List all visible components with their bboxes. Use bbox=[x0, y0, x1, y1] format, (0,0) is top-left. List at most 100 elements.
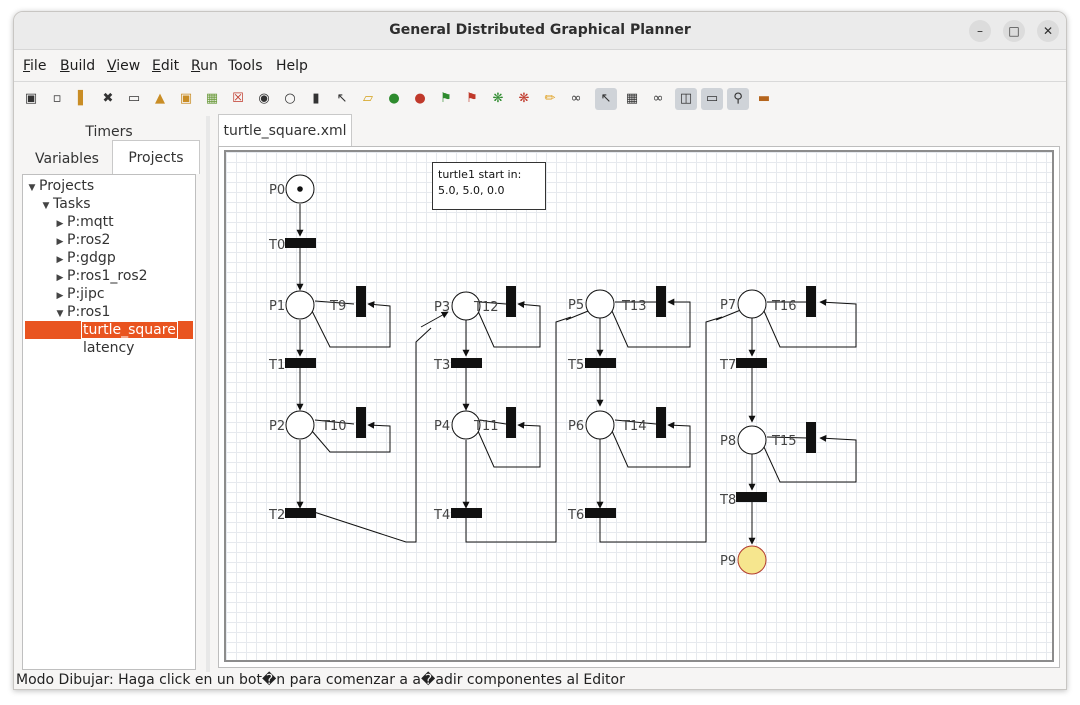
label-p5: P5 bbox=[568, 298, 584, 313]
transition-t2[interactable] bbox=[285, 508, 316, 518]
place-p7[interactable] bbox=[737, 289, 767, 319]
place-p9[interactable] bbox=[737, 545, 767, 575]
label-t4: T4 bbox=[433, 508, 450, 523]
transition-t16[interactable] bbox=[806, 286, 816, 317]
place-p2[interactable] bbox=[285, 410, 315, 440]
pencil-icon[interactable]: ✏ bbox=[539, 88, 561, 110]
copy-icon[interactable]: ◫ bbox=[675, 88, 697, 110]
books-icon[interactable]: ▌ bbox=[72, 88, 94, 110]
tab-timers[interactable]: Timers bbox=[14, 124, 204, 140]
label-t2: T2 bbox=[268, 508, 285, 523]
transition-t14[interactable] bbox=[656, 407, 666, 438]
maximize-icon: □ bbox=[1008, 24, 1020, 38]
tab-projects[interactable]: Projects bbox=[112, 140, 200, 174]
eraser-icon[interactable]: ▱ bbox=[357, 88, 379, 110]
transition-t0[interactable] bbox=[285, 238, 316, 248]
transition-bar-icon[interactable]: ▮ bbox=[305, 88, 327, 110]
petri-net-canvas[interactable]: P0 P1 P2 P3 P4 P5 P6 P7 P8 P9 T0 T1 T2 T… bbox=[224, 150, 1054, 662]
left-pane: Timers Variables Projects ▼ Projects ▼ Tas… bbox=[14, 116, 206, 672]
label-t6: T6 bbox=[567, 508, 584, 523]
petri-net-diagram[interactable]: P0 P1 P2 P3 P4 P5 P6 P7 P8 P9 T0 T1 T2 T… bbox=[226, 152, 1054, 662]
place-p1[interactable] bbox=[285, 290, 315, 320]
add-token-icon[interactable]: ● bbox=[383, 88, 405, 110]
remove-flag-icon[interactable]: ⚑ bbox=[461, 88, 483, 110]
panel-icon[interactable]: ▭ bbox=[701, 88, 723, 110]
place-circle-icon[interactable]: ○ bbox=[279, 88, 301, 110]
tree-item-projects[interactable]: ▼ Projects bbox=[25, 177, 197, 195]
expand-arrow-icon[interactable]: ▼ bbox=[25, 179, 39, 197]
minimize-icon: – bbox=[977, 24, 983, 38]
zoom-icon[interactable]: ⚲ bbox=[727, 88, 749, 110]
transition-t4[interactable] bbox=[451, 508, 482, 518]
grid-icon[interactable]: ▦ bbox=[621, 88, 643, 110]
transition-t11[interactable] bbox=[506, 407, 516, 438]
pane-splitter[interactable] bbox=[206, 116, 210, 672]
place-p8[interactable] bbox=[737, 425, 767, 455]
label-t16: T16 bbox=[771, 299, 796, 314]
new-file-icon[interactable]: ▫ bbox=[46, 88, 68, 110]
add-flag-icon[interactable]: ⚑ bbox=[435, 88, 457, 110]
arrow-icon[interactable]: ↖ bbox=[331, 88, 353, 110]
transition-t15[interactable] bbox=[806, 422, 816, 453]
tab-variables[interactable]: Variables bbox=[22, 144, 112, 174]
expand-arrow-icon[interactable]: ▼ bbox=[39, 197, 53, 215]
transition-t13[interactable] bbox=[656, 286, 666, 317]
tree-item-jipc[interactable]: ▶ P:jipc bbox=[53, 285, 225, 303]
minimize-button[interactable]: – bbox=[969, 20, 991, 42]
label-t12: T12 bbox=[473, 300, 498, 315]
label-p9: P9 bbox=[720, 554, 736, 569]
tree-item-gdgp[interactable]: ▶ P:gdgp bbox=[53, 249, 225, 267]
close-button[interactable]: ✕ bbox=[1037, 20, 1059, 42]
glasses-icon[interactable]: ∞ bbox=[647, 88, 669, 110]
camera-icon[interactable]: ▣ bbox=[20, 88, 42, 110]
tree-item-tasks[interactable]: ▼ Tasks bbox=[39, 195, 211, 213]
label-t10: T10 bbox=[321, 419, 346, 434]
transition-t5[interactable] bbox=[585, 358, 616, 368]
window-title: General Distributed Graphical Planner bbox=[389, 22, 691, 38]
transition-t1[interactable] bbox=[285, 358, 316, 368]
transition-t12[interactable] bbox=[506, 286, 516, 317]
transition-t8[interactable] bbox=[736, 492, 767, 502]
transition-t9[interactable] bbox=[356, 286, 366, 317]
menu-build[interactable]: Build bbox=[60, 58, 95, 74]
label-t0: T0 bbox=[268, 238, 285, 253]
open-folder-icon[interactable]: ▲ bbox=[149, 88, 171, 110]
annotation-box[interactable]: turtle1 start in: 5.0, 5.0, 0.0 bbox=[432, 162, 546, 210]
menu-run[interactable]: Run bbox=[191, 58, 218, 74]
menu-tools[interactable]: Tools bbox=[228, 58, 263, 74]
page-icon[interactable]: ▭ bbox=[123, 88, 145, 110]
toolbar: ▣ ▫ ▌ ✖ ▭ ▲ ▣ ▦ ☒ ◉ ○ ▮ ↖ ▱ ● ● ⚑ ⚑ ❋ ❋ … bbox=[20, 88, 1060, 112]
delete-doc-icon[interactable]: ☒ bbox=[227, 88, 249, 110]
add-bug-icon[interactable]: ❋ bbox=[487, 88, 509, 110]
tree-item-ros2[interactable]: ▶ P:ros2 bbox=[53, 231, 225, 249]
label-p4: P4 bbox=[434, 419, 450, 434]
maximize-button[interactable]: □ bbox=[1003, 20, 1025, 42]
tab-turtle-square[interactable]: turtle_square.xml bbox=[218, 114, 352, 146]
remove-token-icon[interactable]: ● bbox=[409, 88, 431, 110]
transition-t10[interactable] bbox=[356, 407, 366, 438]
label-t15: T15 bbox=[771, 434, 796, 449]
tree-item-mqtt[interactable]: ▶ P:mqtt bbox=[53, 213, 225, 231]
menu-view[interactable]: View bbox=[107, 58, 140, 74]
place-p5[interactable] bbox=[585, 289, 615, 319]
tree-item-ros1-ros2[interactable]: ▶ P:ros1_ros2 bbox=[53, 267, 225, 285]
remove-bug-icon[interactable]: ❋ bbox=[513, 88, 535, 110]
label-p2: P2 bbox=[269, 419, 285, 434]
binoculars-icon[interactable]: ◉ bbox=[253, 88, 275, 110]
cross-icon[interactable]: ✖ bbox=[97, 88, 119, 110]
folder-up-icon[interactable]: ▣ bbox=[175, 88, 197, 110]
folder-add-icon[interactable]: ▦ bbox=[201, 88, 223, 110]
tree-item-ros1[interactable]: ▼ P:ros1 bbox=[53, 303, 225, 321]
place-p6[interactable] bbox=[585, 410, 615, 440]
book-icon[interactable]: ▬ bbox=[753, 88, 775, 110]
status-bar: Modo Dibujar: Haga click en un bot�n par… bbox=[16, 672, 625, 688]
link-icon[interactable]: ∞ bbox=[565, 88, 587, 110]
menu-edit[interactable]: Edit bbox=[152, 58, 179, 74]
close-icon: ✕ bbox=[1042, 24, 1054, 38]
transition-t7[interactable] bbox=[736, 358, 767, 368]
menu-file[interactable]: File bbox=[23, 58, 46, 74]
menu-help[interactable]: Help bbox=[276, 58, 308, 74]
select-pointer-icon[interactable]: ↖ bbox=[595, 88, 617, 110]
transition-t3[interactable] bbox=[451, 358, 482, 368]
transition-t6[interactable] bbox=[585, 508, 616, 518]
